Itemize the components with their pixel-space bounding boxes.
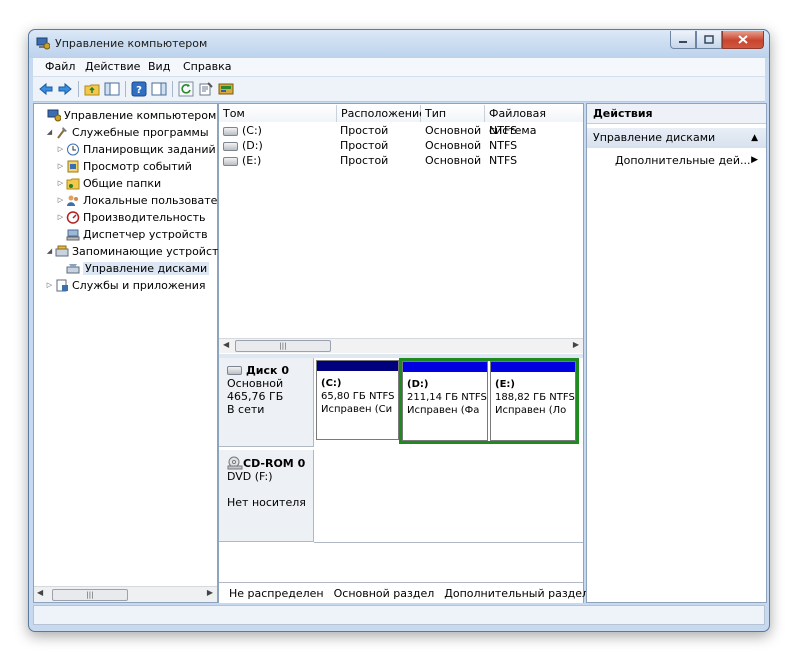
cdrom-0-label[interactable]: CD-ROM 0 DVD (F:) Нет носителя [219,450,314,542]
clock-icon [67,143,79,155]
help-icon[interactable]: ? [131,81,147,97]
tree-horizontal-scrollbar[interactable]: ◀ ||| ▶ [34,586,217,602]
computer-management-icon [47,109,61,121]
cd-drive-icon [227,456,243,470]
toolbar-separator [172,81,173,97]
collapsed-triangle-icon[interactable]: ▷ [45,281,54,289]
action-more-actions[interactable]: Дополнительные дей... [615,154,750,167]
minimize-button[interactable] [670,31,696,49]
tree-item-computer-management[interactable]: Управление компьютером (л [37,107,231,123]
menu-bar: Файл Действие Вид Справка [33,58,765,77]
disk-settings-icon[interactable] [218,81,234,97]
svg-text:?: ? [136,85,142,96]
menu-file[interactable]: Файл [45,60,75,73]
console-tree-icon[interactable] [104,81,120,97]
minimize-icon [679,40,687,43]
column-header-volume[interactable]: Том [219,105,337,122]
action-pane-icon[interactable] [151,81,167,97]
title-bar[interactable]: Управление компьютером [29,30,769,58]
refresh-icon[interactable] [178,81,194,97]
event-log-icon [67,160,79,172]
table-horizontal-scrollbar[interactable]: ◀ ||| ▶ [219,338,583,353]
menu-view[interactable]: Вид [148,60,170,73]
app-window: Управление компьютером Файл Действие Вид… [28,29,770,632]
tree-item-system-tools[interactable]: ◢ Служебные программы [45,124,209,140]
performance-icon [66,210,80,224]
disk-icon [227,366,242,375]
partition-c[interactable]: (C:) 65,80 ГБ NTFS Исправен (Си [316,360,399,440]
users-icon [67,195,78,206]
scroll-left-arrow-icon[interactable]: ◀ [37,588,43,597]
disk-0-label[interactable]: Диск 0 Основной 465,76 ГБ В сети [219,358,314,447]
actions-pane: Действия Управление дисками ▲ Дополнител… [586,103,767,603]
menu-action[interactable]: Действие [85,60,140,73]
maximize-icon [704,35,714,44]
shared-folder-icon [66,178,80,189]
tree-item-shared-folders[interactable]: ▷ Общие папки [56,175,161,191]
toolbar-separator [125,81,126,97]
partition-bar [491,362,575,372]
back-arrow-icon[interactable] [38,81,54,97]
up-folder-icon[interactable] [84,81,100,97]
device-manager-icon [66,229,80,240]
volume-icon [223,141,238,151]
computer-management-icon [36,37,50,50]
scroll-right-arrow-icon[interactable]: ▶ [207,588,213,597]
graphical-disk-view: Диск 0 Основной 465,76 ГБ В сети (C:) 65… [219,358,583,578]
tree-scroll-thumb[interactable]: ||| [52,589,128,601]
actions-header: Действия [587,104,766,124]
column-header-fs[interactable]: Файловая система [485,105,583,137]
scroll-left-arrow-icon[interactable]: ◀ [223,340,229,349]
tree-item-task-scheduler[interactable]: ▷ Планировщик заданий [56,141,216,157]
table-scroll-thumb[interactable]: ||| [235,340,331,352]
collapsed-triangle-icon[interactable]: ▷ [56,179,65,187]
status-bar [33,605,765,625]
partition-d[interactable]: (D:) 211,14 ГБ NTFS Исправен (Фа [402,361,488,441]
collapsed-triangle-icon[interactable]: ▷ [56,213,65,221]
toolbar: ? [33,77,765,102]
toolbar-separator [78,81,79,97]
partition-bar [403,362,487,372]
cdrom-row-divider [314,542,583,543]
volume-icon [223,126,238,136]
close-button[interactable] [722,31,764,49]
expanded-triangle-icon[interactable]: ◢ [45,128,54,136]
menu-help[interactable]: Справка [183,60,231,73]
forward-arrow-icon[interactable] [57,81,73,97]
tree-item-services-apps[interactable]: ▷ Службы и приложения [45,277,206,293]
close-icon [738,35,748,44]
tree-item-event-viewer[interactable]: ▷ Просмотр событий [56,158,192,174]
disk-management-pane: Том Расположение Тип Файловая система (C… [218,103,589,603]
collapsed-triangle-icon[interactable]: ▷ [56,145,65,153]
services-icon [56,279,68,291]
storage-icon [55,245,69,256]
partition-legend: Не распределен Основной раздел Дополните… [219,582,589,603]
volume-icon [223,156,238,166]
disk-management-icon [66,263,80,273]
tree-item-device-manager[interactable]: Диспетчер устройств [56,226,208,242]
collapsed-triangle-icon[interactable]: ▷ [56,196,65,204]
collapsed-triangle-icon[interactable]: ▷ [56,162,65,170]
partition-e[interactable]: (E:) 188,82 ГБ NTFS Исправен (Ло [490,361,576,441]
submenu-arrow-icon[interactable]: ▶ [751,155,758,165]
collapse-up-icon[interactable]: ▲ [751,128,758,148]
maximize-button[interactable] [696,31,722,49]
tools-icon [57,126,67,139]
column-header-type[interactable]: Тип [421,105,485,122]
tree-item-performance[interactable]: ▷ Производительность [56,209,206,225]
properties-icon[interactable] [198,81,214,97]
expanded-triangle-icon[interactable]: ◢ [45,247,54,255]
tree-item-local-users[interactable]: ▷ Локальные пользовате [56,192,218,208]
console-tree: Управление компьютером (л ◢ Служебные пр… [33,103,231,603]
scroll-right-arrow-icon[interactable]: ▶ [573,340,579,349]
window-title: Управление компьютером [55,37,208,50]
partition-bar [317,361,398,371]
column-header-layout[interactable]: Расположение [337,105,426,122]
actions-group-disk-management[interactable]: Управление дисками ▲ [587,128,766,148]
tree-item-storage[interactable]: ◢ Запоминающие устройст [45,243,219,259]
tree-item-disk-management[interactable]: Управление дисками [56,260,210,276]
